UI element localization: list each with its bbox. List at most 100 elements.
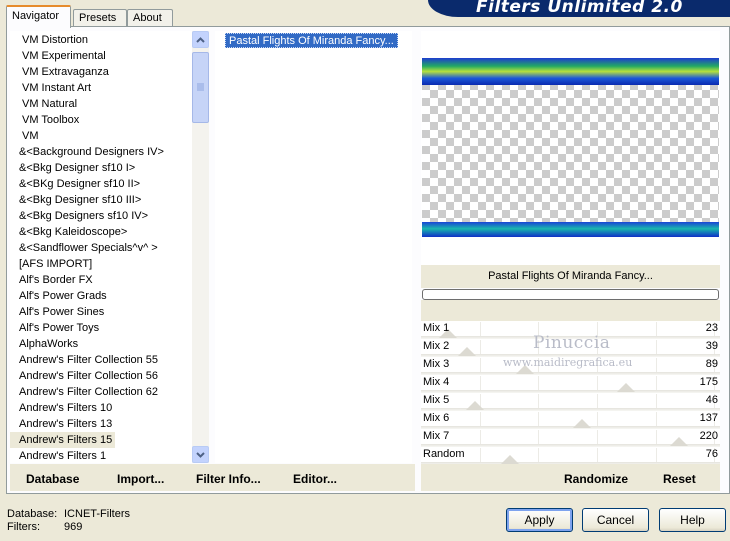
slider-tick	[656, 358, 657, 372]
randomize-link[interactable]: Randomize	[564, 472, 628, 486]
slider-tick	[597, 430, 598, 444]
scroll-up-button[interactable]	[192, 31, 209, 48]
slider-thumb[interactable]	[501, 455, 519, 464]
category-item[interactable]: Alf's Power Grads	[10, 288, 110, 304]
slider-label: Mix 7	[423, 430, 450, 442]
slider-tick	[538, 376, 539, 390]
slider-random[interactable]: Random 76	[421, 447, 720, 465]
category-item[interactable]: VM Toolbox	[10, 112, 82, 128]
help-button[interactable]: Help	[659, 508, 726, 532]
slider-tick	[597, 394, 598, 408]
preview-strip-bottom	[422, 222, 719, 237]
category-item[interactable]: Alf's Border FX	[10, 272, 96, 288]
slider-thumb[interactable]	[573, 419, 591, 428]
slider-tick	[597, 448, 598, 462]
slider-mix-4[interactable]: Mix 4 175	[421, 375, 720, 393]
tab-navigator[interactable]: Navigator	[6, 5, 71, 28]
slider-value: 46	[705, 394, 718, 406]
slider-value: 76	[705, 448, 718, 460]
category-item[interactable]: &<Bkg Designer sf10 I>	[10, 160, 138, 176]
slider-thumb[interactable]	[617, 383, 635, 392]
slider-value: 220	[699, 430, 718, 442]
slider-mix-7[interactable]: Mix 7 220	[421, 429, 720, 447]
category-item[interactable]: &<Background Designers IV>	[10, 144, 167, 160]
slider-tick	[538, 448, 539, 462]
slider-value: 137	[699, 412, 718, 424]
category-item[interactable]: Andrew's Filters 13	[10, 416, 115, 432]
scroll-down-button[interactable]	[192, 446, 209, 463]
category-item[interactable]: VM Extravaganza	[10, 64, 112, 80]
slider-thumb[interactable]	[458, 347, 476, 356]
slider-tick	[538, 394, 539, 408]
category-item[interactable]: Alf's Power Toys	[10, 320, 102, 336]
slider-label: Mix 6	[423, 412, 450, 424]
left-action-bar: Database Import... Filter Info... Editor…	[10, 464, 415, 491]
category-item[interactable]: &<BKg Designer sf10 II>	[10, 176, 143, 192]
scroll-thumb[interactable]	[192, 52, 209, 123]
category-item[interactable]: &<Bkg Kaleidoscope>	[10, 224, 130, 240]
slider-thumb[interactable]	[670, 437, 688, 446]
slider-mix-6[interactable]: Mix 6 137	[421, 411, 720, 429]
tab-label: About	[133, 12, 162, 24]
category-item[interactable]: &<Bkg Designers sf10 IV>	[10, 208, 151, 224]
category-item[interactable]: VM Distortion	[10, 32, 91, 48]
category-item[interactable]: Andrew's Filter Collection 56	[10, 368, 161, 384]
tab-label: Presets	[79, 12, 117, 24]
tab-about[interactable]: About	[127, 9, 173, 27]
category-list[interactable]: VM Distortion VM Experimental VM Extravaga…	[10, 31, 192, 463]
preview-area	[421, 31, 720, 265]
preview-image	[422, 58, 719, 237]
slider-label: Mix 1	[423, 322, 450, 334]
slider-value: 23	[705, 322, 718, 334]
slider-tick	[480, 448, 481, 462]
category-item[interactable]: &<Sandflower Specials^v^ >	[10, 240, 161, 256]
category-item[interactable]: &<Bkg Designer sf10 III>	[10, 192, 144, 208]
category-item[interactable]: Andrew's Filter Collection 55	[10, 352, 161, 368]
slider-tick	[597, 376, 598, 390]
slider-label: Mix 2	[423, 340, 450, 352]
slider-tick	[656, 412, 657, 426]
import-link[interactable]: Import...	[117, 472, 164, 486]
slider-tick	[656, 430, 657, 444]
slider-tick	[480, 340, 481, 354]
tab-presets[interactable]: Presets	[73, 9, 127, 27]
slider-value: 175	[699, 376, 718, 388]
grip-icon	[197, 83, 204, 91]
filter-list[interactable]: Pastal Flights Of Miranda Fancy...	[215, 31, 412, 463]
slider-mix-5[interactable]: Mix 5 46	[421, 393, 720, 411]
filter-item[interactable]: Pastal Flights Of Miranda Fancy...	[225, 33, 398, 48]
slider-value: 89	[705, 358, 718, 370]
preview-filter-name: Pastal Flights Of Miranda Fancy...	[421, 265, 720, 288]
category-item[interactable]: [AFS IMPORT]	[10, 256, 95, 272]
category-item[interactable]: Andrew's Filters 10	[10, 400, 115, 416]
slider-tick	[656, 394, 657, 408]
slider-tick	[656, 322, 657, 336]
database-link[interactable]: Database	[26, 472, 79, 486]
slider-label: Random	[423, 448, 465, 460]
category-item[interactable]: Andrew's Filters 15	[10, 432, 116, 448]
slider-thumb[interactable]	[466, 401, 484, 410]
slider-tick	[480, 358, 481, 372]
category-item[interactable]: AlphaWorks	[10, 336, 81, 352]
preview-strip-top	[422, 58, 719, 85]
category-item[interactable]: Andrew's Filter Collection 62	[10, 384, 161, 400]
slider-tick	[656, 448, 657, 462]
cancel-button[interactable]: Cancel	[582, 508, 649, 532]
category-scrollbar[interactable]	[192, 31, 209, 463]
category-item[interactable]: VM Natural	[10, 96, 80, 112]
slider-tick	[538, 430, 539, 444]
category-item[interactable]: VM Experimental	[10, 48, 109, 64]
apply-button[interactable]: Apply	[506, 508, 573, 532]
progress-bar	[422, 289, 719, 300]
category-item[interactable]: VM Instant Art	[10, 80, 94, 96]
watermark-name: Pinuccia	[533, 333, 611, 353]
category-item[interactable]: Alf's Power Sines	[10, 304, 107, 320]
filter-info-link[interactable]: Filter Info...	[196, 472, 261, 486]
slider-tick	[480, 322, 481, 336]
filters-count: 969	[64, 521, 83, 533]
editor-link[interactable]: Editor...	[293, 472, 337, 486]
reset-link[interactable]: Reset	[663, 472, 696, 486]
category-item[interactable]: Andrew's Filters 1	[10, 448, 109, 463]
slider-tick	[480, 430, 481, 444]
category-item[interactable]: VM	[10, 128, 42, 144]
